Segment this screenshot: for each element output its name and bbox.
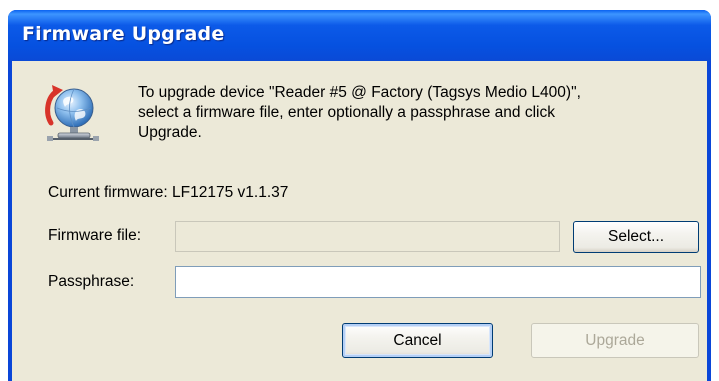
firmware-file-label: Firmware file:: [48, 227, 142, 244]
firmware-upgrade-dialog: Firmware Upgrade To upgrade device "Read…: [8, 10, 711, 381]
dialog-body: To upgrade device "Reader #5 @ Factory (…: [12, 61, 707, 381]
firmware-upgrade-globe-icon: [43, 83, 101, 145]
select-button[interactable]: Select...: [573, 221, 699, 253]
instruction-line-1: To upgrade device "Reader #5 @ Factory (…: [138, 84, 581, 101]
cancel-button[interactable]: Cancel: [342, 323, 493, 358]
current-firmware-label: Current firmware: LF12175 v1.1.37: [48, 184, 289, 201]
passphrase-field[interactable]: [175, 266, 701, 298]
title-bar[interactable]: Firmware Upgrade: [8, 10, 711, 61]
firmware-file-field[interactable]: [175, 221, 560, 252]
instruction-text: To upgrade device "Reader #5 @ Factory (…: [138, 83, 698, 143]
window-title: Firmware Upgrade: [22, 23, 225, 45]
upgrade-button[interactable]: Upgrade: [531, 323, 699, 358]
instruction-line-2: select a firmware file, enter optionally…: [138, 104, 555, 121]
passphrase-label: Passphrase:: [48, 273, 135, 290]
instruction-line-3: Upgrade.: [138, 124, 202, 141]
